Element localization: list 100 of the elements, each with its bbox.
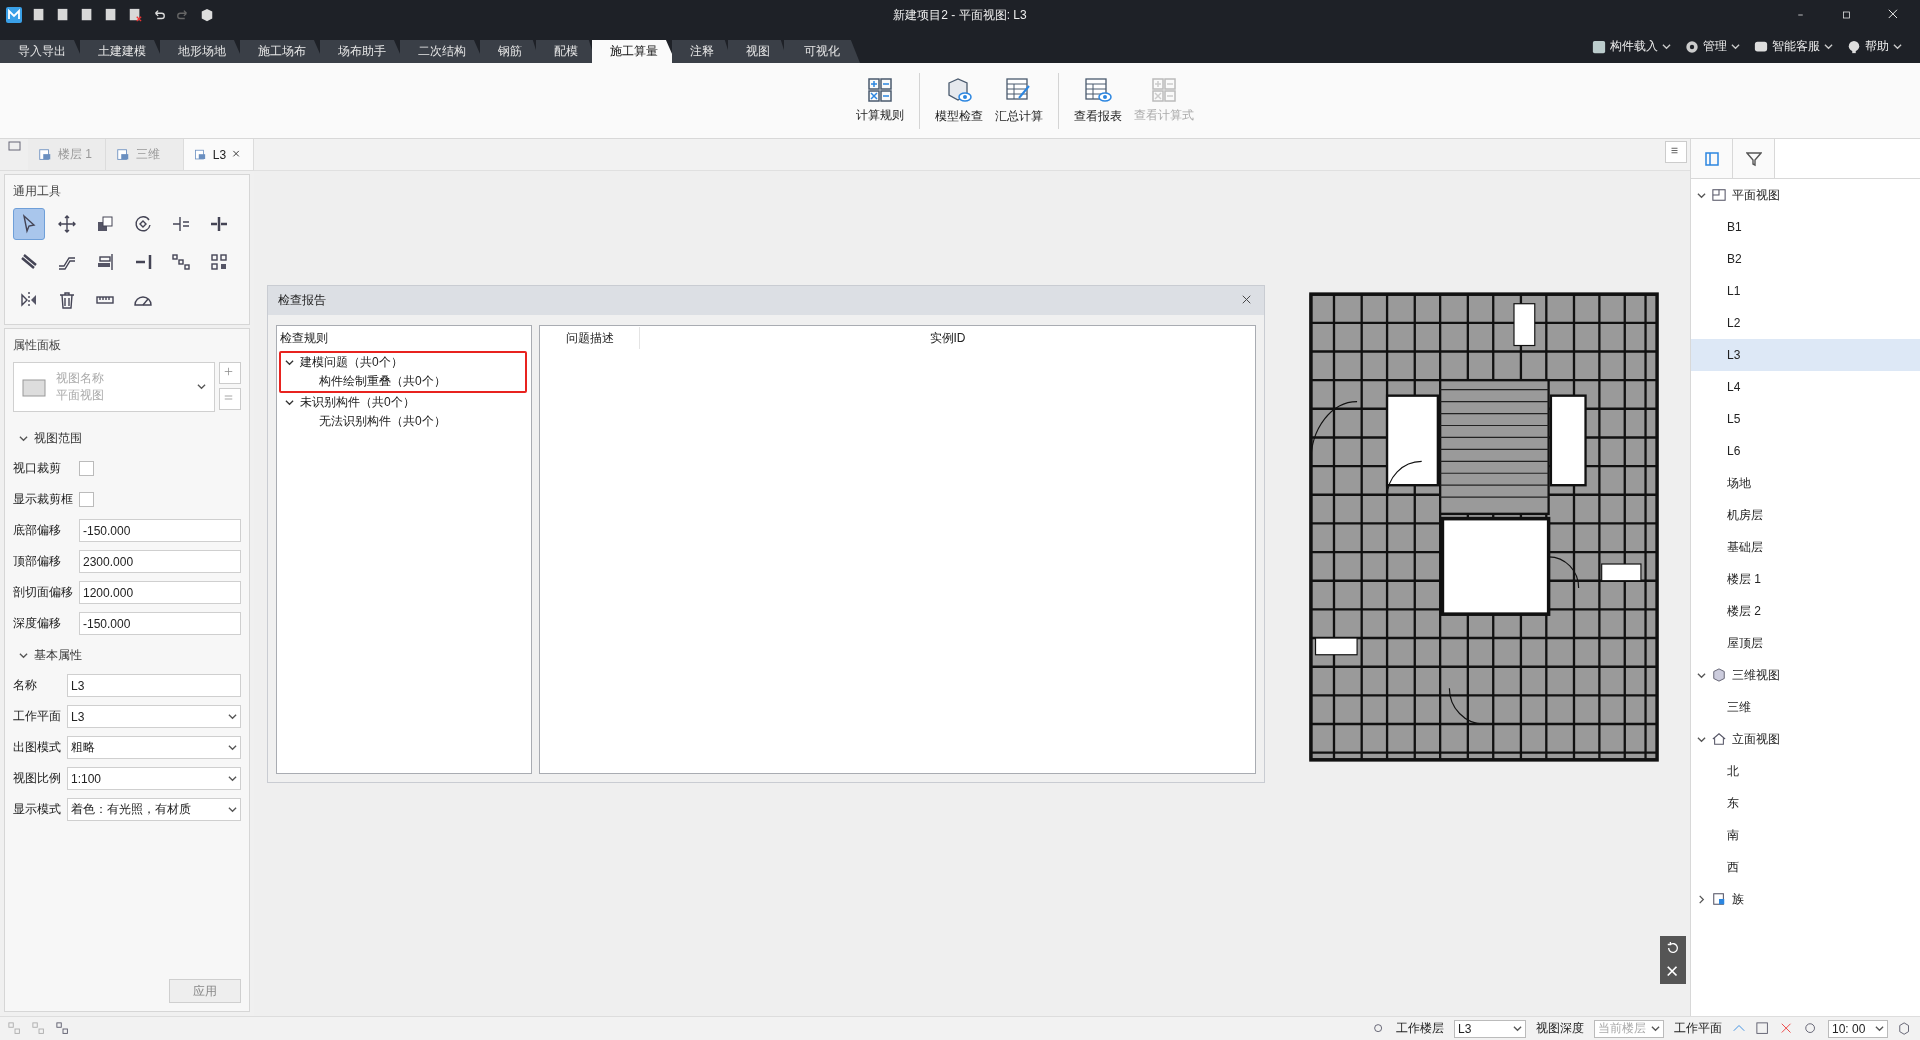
array-icon (171, 252, 191, 272)
tree-item[interactable]: L3 (1691, 339, 1920, 371)
tree-group[interactable]: 平面视图 (1732, 186, 1780, 204)
dropdown[interactable]: L3 (67, 705, 241, 728)
tree-item[interactable]: 楼层 1 (1691, 563, 1920, 595)
time-dropdown[interactable]: 10: 00 (1828, 1019, 1888, 1038)
input-field[interactable]: -150.000 (79, 612, 241, 635)
tree-item[interactable]: B1 (1691, 211, 1920, 243)
section-header[interactable]: 视图范围 (34, 430, 82, 447)
property-label: 顶部偏移 (13, 553, 62, 570)
chevron-down-icon (1824, 42, 1833, 51)
tree-item[interactable]: L6 (1691, 435, 1920, 467)
reset-icon (1666, 941, 1680, 955)
tree-item[interactable]: 北 (1691, 755, 1920, 787)
filter-button[interactable] (1733, 139, 1775, 178)
ribbon-button[interactable]: 模型检查 (932, 72, 986, 129)
floor-plan-icon (1712, 188, 1726, 202)
tree-item[interactable]: 无法识别构件（共0个） (319, 413, 446, 430)
header-menu[interactable]: 帮助 (1865, 38, 1889, 55)
menu-button[interactable] (1665, 141, 1687, 163)
input-field[interactable]: 1200.000 (79, 581, 241, 604)
column-header[interactable]: 实例ID (640, 327, 1255, 349)
dropdown[interactable]: 粗略 (67, 736, 241, 759)
tree-item[interactable]: 机房层 (1691, 499, 1920, 531)
chevron-down-icon (285, 398, 294, 407)
filter-icon (1745, 150, 1762, 167)
close-icon (1666, 965, 1680, 979)
ribbon-tab[interactable]: 可视化 (784, 40, 860, 63)
tree-item[interactable]: L4 (1691, 371, 1920, 403)
panel-toggle-button[interactable] (1691, 139, 1733, 178)
window-title: 新建项目2 - 平面视图: L3 (893, 7, 1027, 24)
tree-item[interactable]: L5 (1691, 403, 1920, 435)
file-new-icon (32, 8, 46, 22)
document-icon (38, 147, 52, 162)
tree-item[interactable]: 建模问题（共0个） (300, 354, 403, 371)
tree-item[interactable]: 三维 (1691, 691, 1920, 723)
property-label: 视口裁剪 (13, 460, 62, 477)
tab-label: 三维 (136, 146, 160, 163)
tree-item[interactable]: B2 (1691, 243, 1920, 275)
ribbon-button[interactable]: 计算规则 (853, 73, 907, 128)
chevron-down-icon (228, 743, 237, 752)
layout-icon (56, 1021, 70, 1036)
tree-item[interactable]: 场地 (1691, 467, 1920, 499)
trim-icon (171, 214, 191, 234)
app-logo-icon (6, 7, 22, 23)
tree-group[interactable]: 三维视图 (1732, 666, 1780, 684)
ribbon-button[interactable]: 汇总计算 (992, 72, 1046, 129)
chevron-down-icon (1662, 42, 1671, 51)
tree-item[interactable]: 未识别构件（共0个） (300, 394, 415, 411)
tab-label: 楼层 1 (58, 146, 92, 163)
tree-group[interactable]: 立面视图 (1732, 730, 1780, 748)
tree-group[interactable]: 族 (1732, 890, 1744, 908)
redo-icon (176, 8, 190, 22)
checkbox[interactable] (79, 492, 94, 507)
dialog-title: 检查报告 (278, 292, 326, 309)
ribbon-button[interactable]: 查看报表 (1071, 72, 1125, 129)
calculator-icon (1151, 77, 1177, 103)
view-icon (22, 377, 46, 397)
tree-item[interactable]: 基础层 (1691, 531, 1920, 563)
column-header[interactable]: 问题描述 (540, 327, 640, 349)
chevron-down-icon (285, 358, 294, 367)
cube-icon (1712, 668, 1726, 682)
chevron-down-icon (1875, 1024, 1884, 1033)
input-field[interactable]: -150.000 (79, 519, 241, 542)
box-icon (1592, 39, 1606, 54)
chevron-down-icon (1513, 1024, 1522, 1033)
chevron-down-icon (228, 712, 237, 721)
checkbox[interactable] (79, 461, 94, 476)
input-field[interactable]: L3 (67, 674, 241, 697)
tree-item[interactable]: 楼层 2 (1691, 595, 1920, 627)
tree-item[interactable]: 南 (1691, 819, 1920, 851)
tool-button[interactable] (13, 208, 45, 240)
tree-item[interactable]: 东 (1691, 787, 1920, 819)
status-label: 视图深度 (1536, 1020, 1584, 1037)
sidebar-icon (1703, 150, 1720, 167)
lightbulb-icon (1847, 39, 1861, 54)
tree-item[interactable]: L2 (1691, 307, 1920, 339)
header-menu[interactable]: 智能客服 (1772, 38, 1820, 55)
extend-icon (133, 252, 153, 272)
header-menu[interactable]: 管理 (1703, 38, 1727, 55)
calculator-icon (867, 77, 893, 103)
section-header[interactable]: 基本属性 (34, 647, 82, 664)
property-label: 工作平面 (13, 708, 62, 725)
split-icon (209, 214, 229, 234)
document-icon (116, 147, 130, 162)
offset-icon (19, 252, 39, 272)
header-menu[interactable]: 构件载入 (1610, 38, 1658, 55)
status-dropdown[interactable]: L3 (1454, 1019, 1526, 1038)
tree-item[interactable]: 构件绘制重叠（共0个） (319, 373, 446, 390)
dropdown[interactable]: 1:100 (67, 767, 241, 790)
input-field[interactable]: 2300.000 (79, 550, 241, 573)
tree-item[interactable]: 西 (1691, 851, 1920, 883)
chevron-down-icon (19, 651, 28, 660)
tree-item[interactable]: L1 (1691, 275, 1920, 307)
tree-item[interactable]: 屋顶层 (1691, 627, 1920, 659)
document-tab[interactable]: L3 (184, 139, 254, 170)
chevron-down-icon (1697, 734, 1706, 744)
property-label: 出图模式 (13, 739, 62, 756)
chevron-down-icon (1893, 42, 1902, 51)
dropdown[interactable]: 着色：有光照，有材质 (67, 798, 241, 821)
